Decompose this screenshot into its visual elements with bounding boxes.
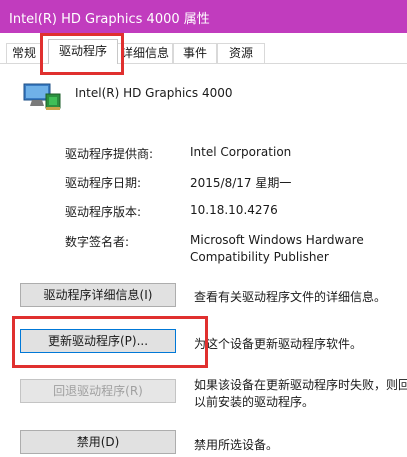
driver-provider-label: 驱动程序提供商: xyxy=(65,147,154,161)
digital-signer-value: Microsoft Windows Hardware xyxy=(190,233,364,247)
button-highlight-box xyxy=(12,316,208,368)
tab-driver[interactable]: 驱动程序 xyxy=(48,39,118,64)
roll-back-driver-description: 如果该设备在更新驱动程序时失败，则回 xyxy=(194,378,407,392)
roll-back-driver-description-line2: 以前安装的驱动程序。 xyxy=(194,395,315,409)
driver-version-label: 驱动程序版本: xyxy=(65,205,142,219)
disable-device-description: 禁用所选设备。 xyxy=(194,438,279,452)
disable-device-button[interactable]: 禁用(D) xyxy=(20,430,176,454)
tab-general[interactable]: 常规 xyxy=(6,43,42,63)
window-title: Intel(R) HD Graphics 4000 属性 xyxy=(9,12,210,27)
driver-details-description: 查看有关驱动程序文件的详细信息。 xyxy=(194,290,387,304)
tab-events[interactable]: 事件 xyxy=(173,43,217,63)
digital-signer-label: 数字签名者: xyxy=(65,235,130,249)
digital-signer-value-line2: Compatibility Publisher xyxy=(190,250,329,264)
tab-resources[interactable]: 资源 xyxy=(217,43,265,63)
driver-date-label: 驱动程序日期: xyxy=(65,176,142,190)
update-driver-description: 为这个设备更新驱动程序软件。 xyxy=(194,337,363,351)
driver-provider-value: Intel Corporation xyxy=(190,145,292,159)
tab-details[interactable]: 详细信息 xyxy=(117,43,173,63)
driver-version-value: 10.18.10.4276 xyxy=(190,203,278,217)
device-name: Intel(R) HD Graphics 4000 xyxy=(75,86,233,100)
driver-date-value: 2015/8/17 星期一 xyxy=(190,176,292,190)
roll-back-driver-button[interactable]: 回退驱动程序(R) xyxy=(20,379,176,403)
driver-details-button[interactable]: 驱动程序详细信息(I) xyxy=(20,283,176,307)
title-bar: Intel(R) HD Graphics 4000 属性 xyxy=(0,0,407,33)
display-adapter-icon xyxy=(23,83,61,110)
